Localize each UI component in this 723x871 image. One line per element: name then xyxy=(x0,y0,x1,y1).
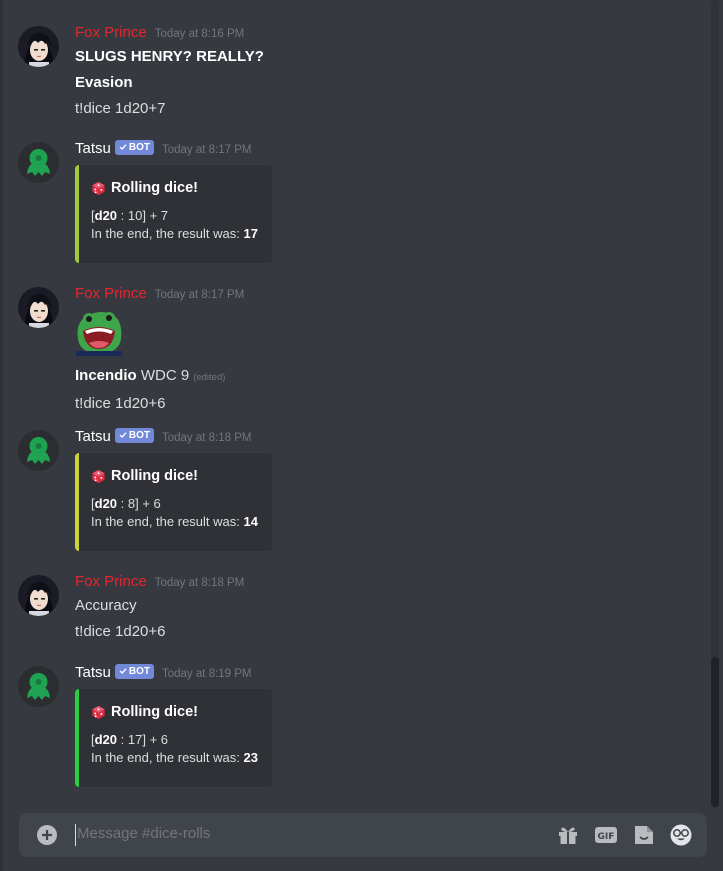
roll-value: 10 xyxy=(127,208,143,223)
message-text: t!dice 1d20+6 xyxy=(75,623,166,640)
result-value: 17 xyxy=(243,226,258,241)
avatar[interactable] xyxy=(18,287,59,328)
bot-tag: BOT xyxy=(114,427,154,443)
avatar[interactable] xyxy=(18,430,59,471)
gift-icon[interactable] xyxy=(556,823,580,847)
message-group: Fox Prince Today at 8:18 PM Accuracy t!d… xyxy=(0,573,700,648)
text-cursor xyxy=(75,824,76,846)
roll-detail: [d20 : 10] + 7 xyxy=(91,208,169,223)
bot-tag: BOT xyxy=(114,663,154,679)
roll-result: In the end, the result was: 23 xyxy=(91,749,260,767)
message-group: Tatsu BOT Today at 8:18 PM Rolling dice! xyxy=(0,427,700,553)
message-text: Evasion xyxy=(75,74,133,91)
roll-result: In the end, the result was: 14 xyxy=(91,513,260,531)
roll-modifier: + 6 xyxy=(142,496,161,511)
avatar[interactable] xyxy=(18,26,59,67)
embed-title: Rolling dice! xyxy=(111,704,198,720)
game-die-icon xyxy=(92,181,105,195)
roll-result: In the end, the result was: 17 xyxy=(91,225,260,243)
timestamp: Today at 8:16 PM xyxy=(154,28,245,40)
roll-modifier: + 6 xyxy=(149,732,169,747)
die-type: d20 xyxy=(94,732,118,747)
fox-prince-avatar-image xyxy=(18,575,59,616)
result-prefix: In the end, the result was: xyxy=(91,514,240,529)
timestamp: Today at 8:18 PM xyxy=(161,432,252,444)
timestamp: Today at 8:17 PM xyxy=(154,289,245,301)
bot-tag-label: BOT xyxy=(128,665,150,677)
bot-tag-label: BOT xyxy=(128,141,150,153)
roll-modifier: + 7 xyxy=(149,208,169,223)
message-text: t!dice 1d20+6 xyxy=(75,395,166,412)
add-attachment-button[interactable] xyxy=(37,825,57,845)
result-prefix: In the end, the result was: xyxy=(91,226,240,241)
message-plain-text: WDC 9 xyxy=(140,367,190,384)
result-prefix: In the end, the result was: xyxy=(91,750,240,765)
message-text: SLUGS HENRY? REALLY? xyxy=(75,48,264,65)
dice-embed: Rolling dice! [d20 : 10] + 7 In the end,… xyxy=(75,165,272,263)
message-group: Fox Prince Today at 8:17 PM Incendio WDC… xyxy=(0,285,700,412)
verified-check-icon xyxy=(119,668,127,674)
message-composer: GIF xyxy=(19,813,707,857)
username[interactable]: Fox Prince xyxy=(75,24,147,41)
dice-embed: Rolling dice! [d20 : 17] + 6 In the end,… xyxy=(75,689,272,787)
embed-title: Rolling dice! xyxy=(111,180,198,196)
fox-prince-avatar-image xyxy=(18,26,59,67)
message-text: t!dice 1d20+7 xyxy=(75,100,166,117)
bot-tag-label: BOT xyxy=(128,429,150,441)
message-group: Tatsu BOT Today at 8:17 PM Rolling dice! xyxy=(0,139,700,265)
dice-embed: Rolling dice! [d20 : 8] + 6 In the end, … xyxy=(75,453,272,551)
gif-label: GIF xyxy=(598,832,615,842)
embed-title: Rolling dice! xyxy=(111,468,198,484)
message-text: Incendio WDC 9 (edited) xyxy=(75,365,700,389)
tatsu-avatar-image xyxy=(18,142,59,183)
message-group: Tatsu BOT Today at 8:19 PM Rolling dice! xyxy=(0,663,700,789)
message-group: Fox Prince Today at 8:16 PM SLUGS HENRY?… xyxy=(0,24,700,124)
die-type: d20 xyxy=(94,496,118,511)
username[interactable]: Fox Prince xyxy=(75,285,147,302)
username[interactable]: Tatsu xyxy=(75,140,111,157)
avatar[interactable] xyxy=(18,142,59,183)
avatar[interactable] xyxy=(18,575,59,616)
emoji-icon[interactable] xyxy=(669,823,693,847)
username[interactable]: Tatsu xyxy=(75,664,111,681)
die-type: d20 xyxy=(94,208,118,223)
roll-detail: [d20 : 8] + 6 xyxy=(91,496,161,511)
verified-check-icon xyxy=(119,432,127,438)
timestamp: Today at 8:19 PM xyxy=(161,668,252,680)
avatar[interactable] xyxy=(18,666,59,707)
message-bold-text: Incendio xyxy=(75,367,137,384)
result-value: 14 xyxy=(243,514,258,529)
username[interactable]: Tatsu xyxy=(75,428,111,445)
message-input[interactable] xyxy=(77,825,497,842)
message-text: Accuracy xyxy=(75,597,137,614)
timestamp: Today at 8:17 PM xyxy=(161,144,252,156)
game-die-icon xyxy=(92,705,105,719)
add-icon xyxy=(42,830,52,840)
scrollbar-thumb[interactable] xyxy=(711,657,719,807)
fox-prince-avatar-image xyxy=(18,287,59,328)
username[interactable]: Fox Prince xyxy=(75,573,147,590)
roll-value: 8 xyxy=(127,496,136,511)
bot-tag: BOT xyxy=(114,139,154,155)
result-value: 23 xyxy=(243,750,258,765)
verified-check-icon xyxy=(119,144,127,150)
sticker-icon[interactable] xyxy=(632,823,656,847)
frog-emoji[interactable] xyxy=(75,309,123,356)
tatsu-avatar-image xyxy=(18,430,59,471)
roll-detail: [d20 : 17] + 6 xyxy=(91,732,169,747)
tatsu-avatar-image xyxy=(18,666,59,707)
gif-icon[interactable]: GIF xyxy=(594,823,618,847)
game-die-icon xyxy=(92,469,105,483)
roll-value: 17 xyxy=(127,732,143,747)
edited-label: (edited) xyxy=(193,372,226,383)
timestamp: Today at 8:18 PM xyxy=(154,577,245,589)
